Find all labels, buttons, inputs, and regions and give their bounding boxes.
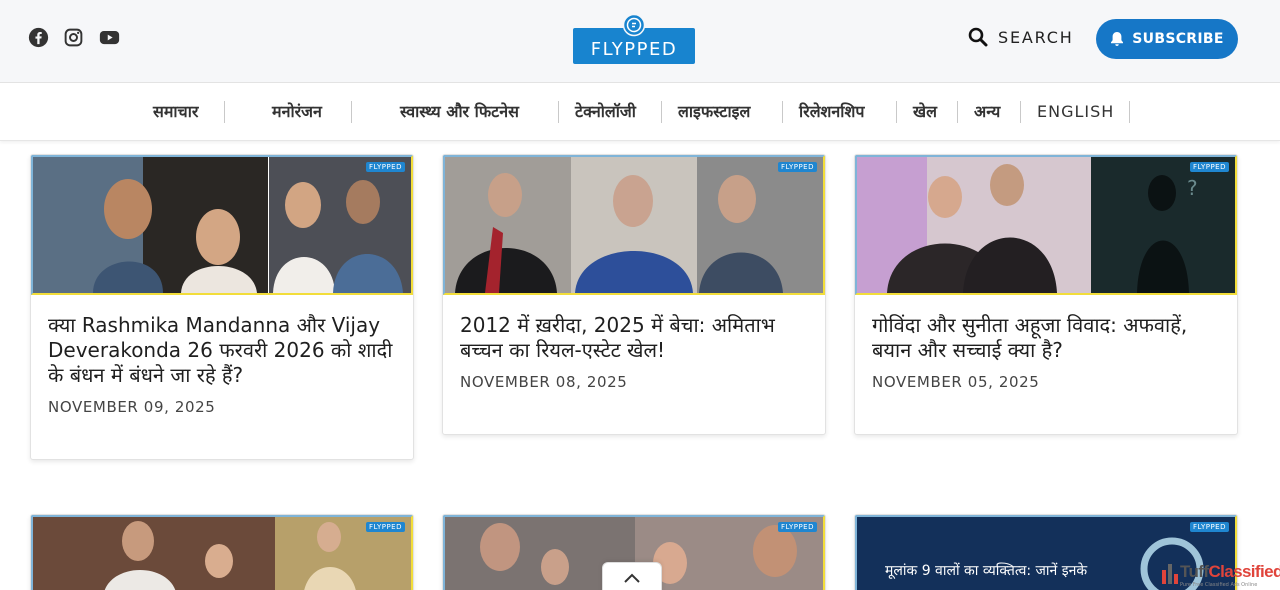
site-header: FLYPPED SEARCH SUBSCRIBE: [0, 0, 1280, 83]
instagram-icon[interactable]: [63, 27, 84, 48]
nav-divider: [661, 101, 662, 123]
nav-item-relationship[interactable]: रिलेशनशिप: [799, 84, 864, 141]
flypped-tag: FLYPPED: [1189, 162, 1229, 172]
subscribe-button[interactable]: SUBSCRIBE: [1096, 19, 1238, 59]
article-thumbnail[interactable]: FLYPPED: [31, 155, 413, 295]
facebook-icon[interactable]: [28, 27, 49, 48]
nav-divider: [957, 101, 958, 123]
youtube-icon[interactable]: [98, 27, 121, 48]
article-image: [33, 157, 411, 293]
watermark-brand-a: Tuff: [1180, 562, 1209, 581]
nav-divider: [896, 101, 897, 123]
flypped-tag: FLYPPED: [777, 522, 817, 532]
nav-item-english[interactable]: ENGLISH: [1037, 84, 1114, 141]
article-date: NOVEMBER 09, 2025: [48, 398, 216, 416]
article-card[interactable]: FLYPPED 2012 में ख़रीदा, 2025 में बेचा: …: [442, 154, 826, 435]
subscribe-label: SUBSCRIBE: [1132, 31, 1224, 47]
article-title[interactable]: क्या Rashmika Mandanna और Vijay Deverako…: [48, 313, 396, 388]
main-nav: समाचार मनोरंजन स्वास्थ्य और फिटनेस टेक्न…: [0, 84, 1280, 141]
article-card[interactable]: FLYPPED क्या Rashmika Mandanna और Vijay …: [30, 154, 414, 460]
nav-item-khel[interactable]: खेल: [913, 84, 937, 141]
article-title[interactable]: गोविंदा और सुनीता अहूजा विवाद: अफवाहें, …: [872, 313, 1220, 363]
nav-divider: [224, 101, 225, 123]
nav-divider: [782, 101, 783, 123]
social-links: [28, 27, 121, 48]
article-title[interactable]: 2012 में ख़रीदा, 2025 में बेचा: अमिताभ ब…: [460, 313, 808, 363]
article-thumbnail[interactable]: ? FLYPPED: [855, 155, 1237, 295]
nav-divider: [558, 101, 559, 123]
bell-icon: [1111, 32, 1124, 46]
article-image: ?: [857, 157, 1235, 293]
flypped-tag: FLYPPED: [365, 162, 405, 172]
search-label: SEARCH: [998, 27, 1074, 47]
bar-chart-icon: [1162, 564, 1178, 584]
article-card[interactable]: ? FLYPPED गोविंदा और सुनीता अहूजा विवाद:…: [854, 154, 1238, 435]
svg-text:?: ?: [1187, 176, 1198, 200]
watermark-tagline: Pure Free Classified Ads Online: [1180, 582, 1258, 588]
chevron-up-icon: [624, 573, 640, 583]
article-thumbnail[interactable]: FLYPPED: [443, 155, 825, 295]
nav-item-health-fitness[interactable]: स्वास्थ्य और फिटनेस: [400, 84, 519, 141]
search-icon: [968, 27, 988, 47]
flypped-logo[interactable]: FLYPPED: [573, 14, 695, 64]
nav-divider: [1020, 101, 1021, 123]
nav-divider: [351, 101, 352, 123]
article-image-text: मूलांक 9 वालों का व्यक्तित्व: जानें इनके: [885, 562, 1087, 579]
article-image: [33, 517, 411, 590]
tuffclassified-watermark: TuffClassified Pure Free Classified Ads …: [1162, 558, 1280, 590]
scroll-to-top-button[interactable]: [602, 562, 662, 590]
article-image: [445, 157, 823, 293]
article-thumbnail[interactable]: FLYPPED: [31, 515, 413, 590]
watermark-brand-b: Classified: [1208, 562, 1280, 581]
flypped-tag: FLYPPED: [777, 162, 817, 172]
article-date: NOVEMBER 08, 2025: [460, 373, 628, 391]
nav-item-lifestyle[interactable]: लाइफस्टाइल: [678, 84, 750, 141]
logo-text: FLYPPED: [591, 39, 677, 60]
nav-item-samachar[interactable]: समाचार: [153, 84, 198, 141]
nav-item-technology[interactable]: टेक्नोलॉजी: [575, 84, 636, 141]
watermark-brand: TuffClassified: [1180, 562, 1280, 582]
article-date: NOVEMBER 05, 2025: [872, 373, 1040, 391]
nav-divider: [1129, 101, 1130, 123]
nav-item-manoranjan[interactable]: मनोरंजन: [272, 84, 322, 141]
search-button[interactable]: SEARCH: [968, 27, 1074, 47]
nav-item-anya[interactable]: अन्य: [974, 84, 1000, 141]
article-card[interactable]: FLYPPED: [30, 514, 414, 590]
flypped-tag: FLYPPED: [1189, 522, 1229, 532]
flypped-tag: FLYPPED: [365, 522, 405, 532]
